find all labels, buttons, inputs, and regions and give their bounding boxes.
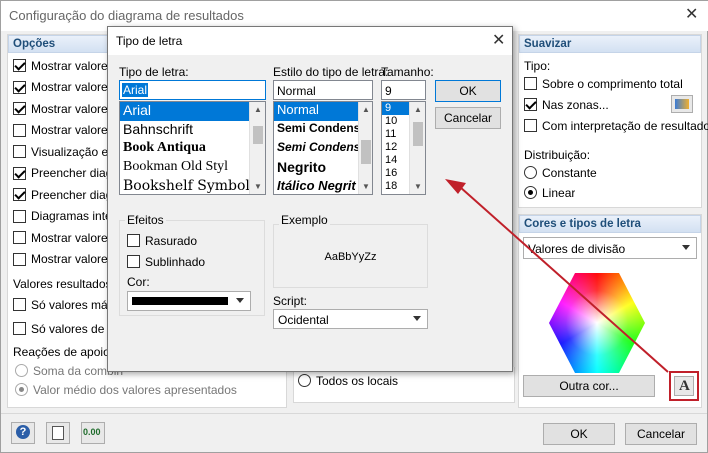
annotation-arrow (459, 186, 669, 373)
annotation-arrowhead (445, 179, 466, 194)
annotation-arrow-layer (445, 179, 669, 373)
